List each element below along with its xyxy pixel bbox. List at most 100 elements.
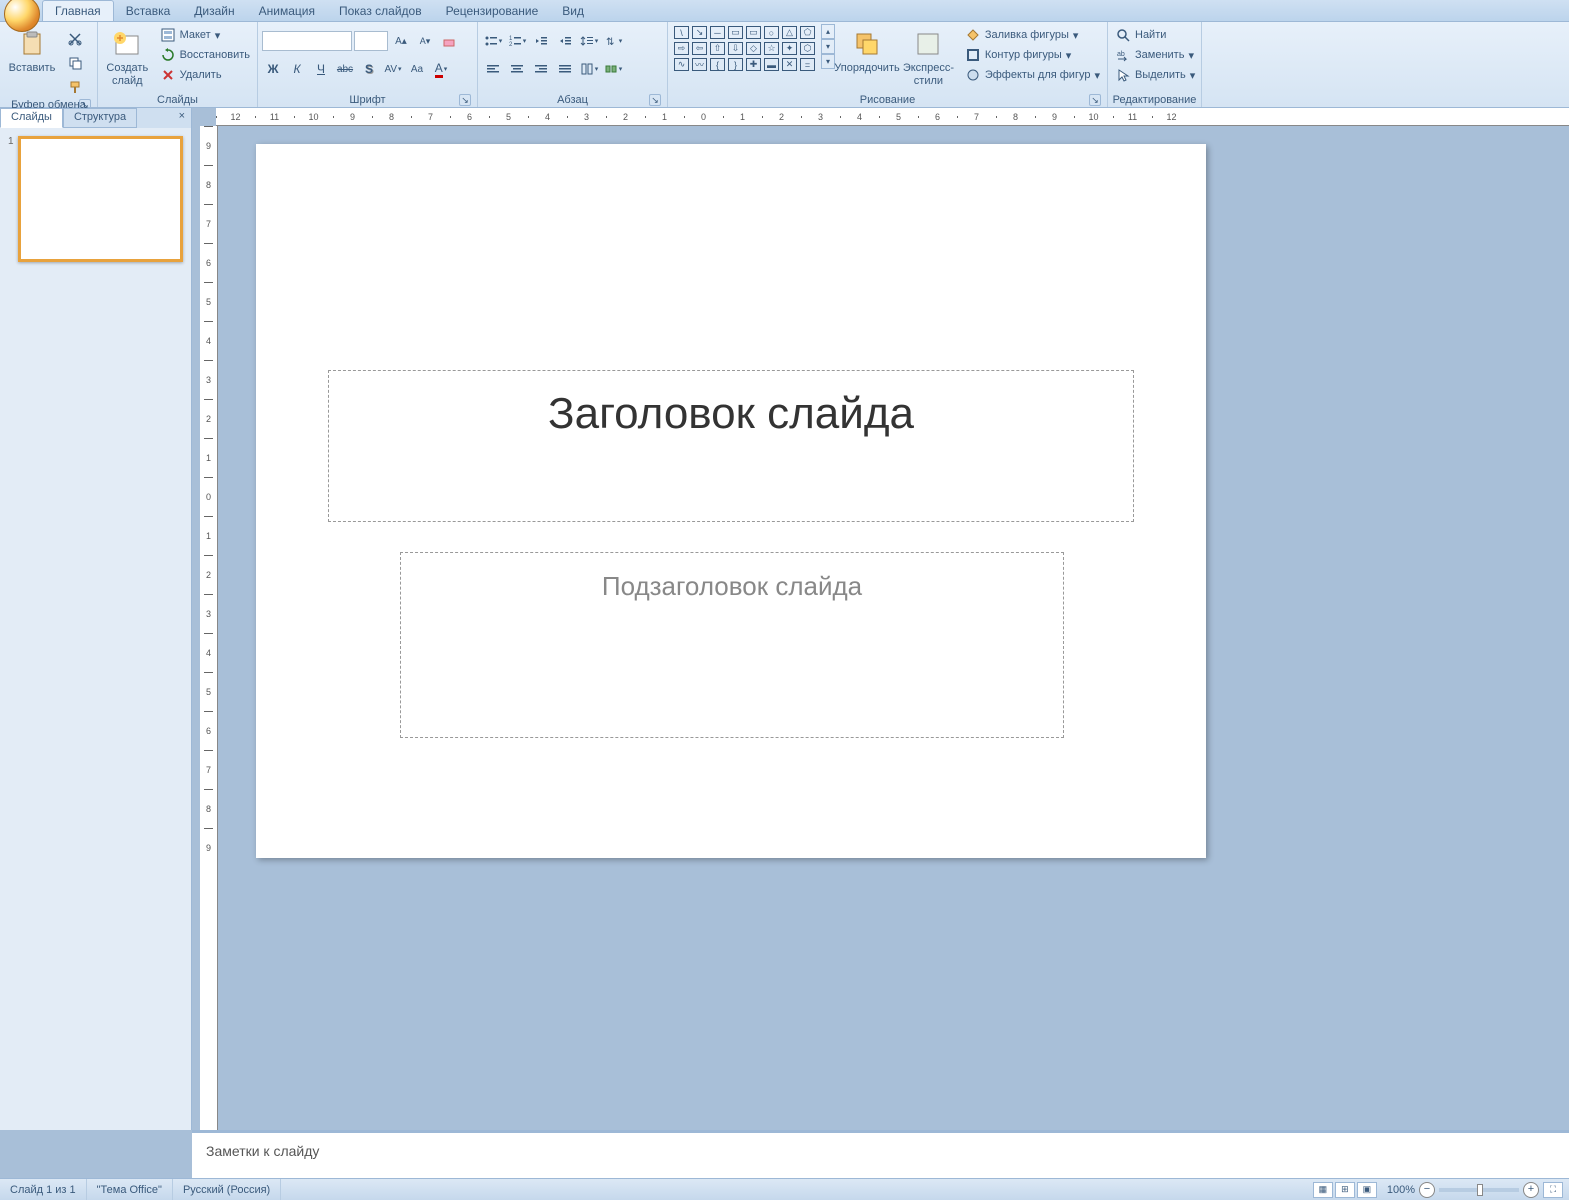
- tab-home[interactable]: Главная: [42, 0, 114, 21]
- format-painter-button[interactable]: [64, 76, 86, 98]
- char-spacing-button[interactable]: AV: [382, 58, 404, 80]
- quick-styles-button[interactable]: Экспресс-стили: [899, 24, 958, 92]
- grow-font-button[interactable]: A▴: [390, 30, 412, 52]
- line-spacing-button[interactable]: [578, 30, 600, 52]
- paragraph-launcher[interactable]: ↘: [649, 94, 661, 106]
- bullets-button[interactable]: [482, 30, 504, 52]
- change-case-button[interactable]: Aa: [406, 58, 428, 80]
- shape-more1[interactable]: ⬠: [800, 26, 815, 39]
- shape-minus[interactable]: ▬: [764, 58, 779, 71]
- shape-star2[interactable]: ✦: [782, 42, 797, 55]
- shadow-button[interactable]: S: [358, 58, 380, 80]
- arrange-button[interactable]: Упорядочить: [839, 24, 895, 79]
- align-left-button[interactable]: [482, 58, 504, 80]
- title-placeholder[interactable]: Заголовок слайда: [328, 370, 1134, 522]
- increase-indent-button[interactable]: [554, 30, 576, 52]
- shape-line2[interactable]: ─: [710, 26, 725, 39]
- justify-button[interactable]: [554, 58, 576, 80]
- subtitle-placeholder[interactable]: Подзаголовок слайда: [400, 552, 1064, 738]
- shape-arrow2[interactable]: ⇨: [674, 42, 689, 55]
- delete-button[interactable]: Удалить: [157, 66, 253, 84]
- shape-outline-button[interactable]: Контур фигуры ▾: [962, 46, 1103, 64]
- font-family-combo[interactable]: [262, 31, 352, 51]
- zoom-in-button[interactable]: +: [1523, 1182, 1539, 1198]
- clear-format-button[interactable]: [438, 30, 460, 52]
- shape-triangle[interactable]: △: [782, 26, 797, 39]
- font-size-combo[interactable]: [354, 31, 388, 51]
- paste-button[interactable]: Вставить: [4, 24, 60, 79]
- slide-canvas[interactable]: Заголовок слайда Подзаголовок слайда: [256, 144, 1206, 858]
- shapes-expand[interactable]: ▾: [821, 54, 835, 69]
- reset-button[interactable]: Восстановить: [157, 46, 253, 64]
- shape-rect[interactable]: ▭: [728, 26, 743, 39]
- shape-arrow5[interactable]: ⇩: [728, 42, 743, 55]
- bold-button[interactable]: Ж: [262, 58, 284, 80]
- thumb-close[interactable]: ×: [173, 108, 191, 128]
- shape-plus[interactable]: ✚: [746, 58, 761, 71]
- vertical-ruler[interactable]: 9876543210123456789: [200, 126, 218, 1130]
- shape-free[interactable]: 〰: [692, 58, 707, 71]
- strike-button[interactable]: abc: [334, 58, 356, 80]
- align-center-button[interactable]: [506, 58, 528, 80]
- italic-button[interactable]: К: [286, 58, 308, 80]
- status-theme[interactable]: "Тема Office": [87, 1179, 173, 1200]
- shape-arrow3[interactable]: ⇦: [692, 42, 707, 55]
- tab-animation[interactable]: Анимация: [247, 1, 327, 21]
- shapes-scroll-up[interactable]: ▴: [821, 24, 835, 39]
- shape-brace2[interactable]: }: [728, 58, 743, 71]
- align-right-button[interactable]: [530, 58, 552, 80]
- shape-x[interactable]: ✕: [782, 58, 797, 71]
- view-sorter-button[interactable]: ⊞: [1335, 1182, 1355, 1198]
- underline-button[interactable]: Ч: [310, 58, 332, 80]
- thumb-tab-outline[interactable]: Структура: [63, 108, 137, 128]
- shape-line[interactable]: \: [674, 26, 689, 39]
- status-slide[interactable]: Слайд 1 из 1: [0, 1179, 87, 1200]
- shape-star[interactable]: ☆: [764, 42, 779, 55]
- notes-pane[interactable]: Заметки к слайду: [192, 1130, 1569, 1178]
- shape-rect2[interactable]: ▭: [746, 26, 761, 39]
- fit-window-button[interactable]: ⛶: [1543, 1182, 1563, 1198]
- columns-button[interactable]: [578, 58, 600, 80]
- font-launcher[interactable]: ↘: [459, 94, 471, 106]
- decrease-indent-button[interactable]: [530, 30, 552, 52]
- shrink-font-button[interactable]: A▾: [414, 30, 436, 52]
- text-direction-button[interactable]: ⇅: [602, 30, 624, 52]
- shape-curve[interactable]: ∿: [674, 58, 689, 71]
- shape-brace[interactable]: {: [710, 58, 725, 71]
- copy-button[interactable]: [64, 52, 86, 74]
- find-button[interactable]: Найти: [1112, 26, 1198, 44]
- zoom-slider[interactable]: [1439, 1188, 1519, 1192]
- new-slide-button[interactable]: Создать слайд: [102, 24, 153, 92]
- shape-eq[interactable]: =: [800, 58, 815, 71]
- shape-callout[interactable]: ◇: [746, 42, 761, 55]
- tab-view[interactable]: Вид: [550, 1, 596, 21]
- shapes-scroll-down[interactable]: ▾: [821, 39, 835, 54]
- thumb-tab-slides[interactable]: Слайды: [0, 108, 63, 128]
- shape-effects-button[interactable]: Эффекты для фигур ▾: [962, 66, 1103, 84]
- view-normal-button[interactable]: ▦: [1313, 1182, 1333, 1198]
- layout-button[interactable]: Макет ▾: [157, 26, 253, 44]
- font-color-button[interactable]: A: [430, 58, 452, 80]
- horizontal-ruler[interactable]: 1211109876543210123456789101112: [216, 108, 1569, 126]
- shape-fill-button[interactable]: Заливка фигуры ▾: [962, 26, 1103, 44]
- smartart-button[interactable]: [602, 58, 624, 80]
- shapes-gallery[interactable]: \ ↘ ─ ▭ ▭ ○ △ ⬠ ⇨ ⇦ ⇧ ⇩ ◇ ☆ ✦ ⬡ ∿: [672, 24, 819, 75]
- select-button[interactable]: Выделить ▾: [1112, 66, 1198, 84]
- status-language[interactable]: Русский (Россия): [173, 1179, 281, 1200]
- slide-thumbnail-1[interactable]: 1: [8, 136, 183, 262]
- tab-slideshow[interactable]: Показ слайдов: [327, 1, 434, 21]
- zoom-level[interactable]: 100%: [1387, 1184, 1415, 1196]
- replace-button[interactable]: abЗаменить ▾: [1112, 46, 1198, 64]
- view-slideshow-button[interactable]: ▣: [1357, 1182, 1377, 1198]
- zoom-out-button[interactable]: −: [1419, 1182, 1435, 1198]
- numbering-button[interactable]: 12: [506, 30, 528, 52]
- tab-review[interactable]: Рецензирование: [434, 1, 551, 21]
- shape-more2[interactable]: ⬡: [800, 42, 815, 55]
- drawing-launcher[interactable]: ↘: [1089, 94, 1101, 106]
- shape-arrow[interactable]: ↘: [692, 26, 707, 39]
- shape-arrow4[interactable]: ⇧: [710, 42, 725, 55]
- tab-insert[interactable]: Вставка: [114, 1, 183, 21]
- cut-button[interactable]: [64, 28, 86, 50]
- shape-oval[interactable]: ○: [764, 26, 779, 39]
- tab-design[interactable]: Дизайн: [182, 1, 246, 21]
